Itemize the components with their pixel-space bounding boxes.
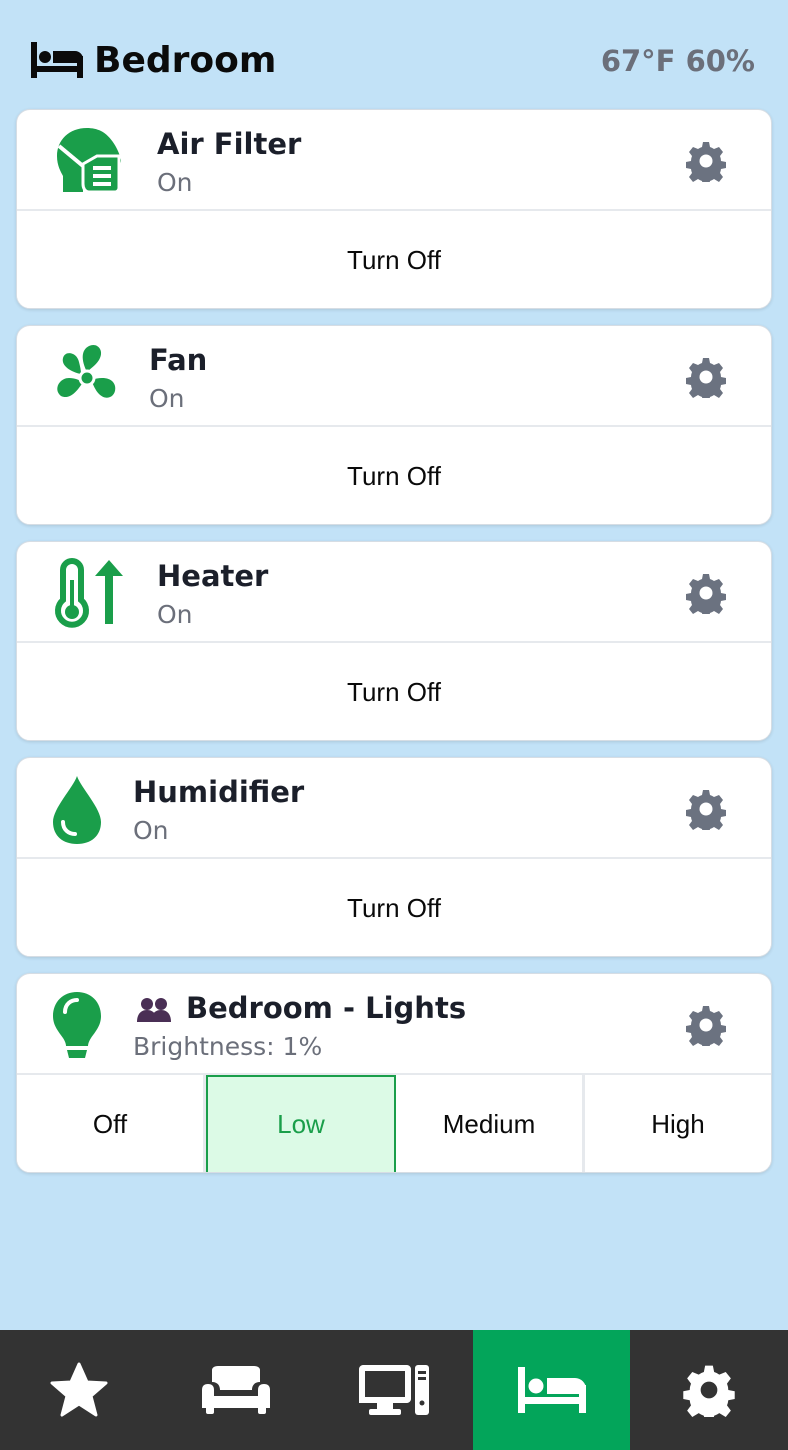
turn-off-button[interactable]: Turn Off bbox=[17, 427, 771, 524]
device-card-header: Heater On bbox=[17, 542, 771, 643]
gear-icon[interactable] bbox=[685, 572, 727, 614]
heater-thermometer-icon bbox=[55, 558, 123, 628]
turn-off-button[interactable]: Turn Off bbox=[17, 859, 771, 956]
brightness-selector: Off Low Medium High bbox=[17, 1075, 771, 1172]
nav-tab-living-room[interactable] bbox=[158, 1330, 316, 1450]
gear-icon bbox=[683, 1365, 735, 1417]
bed-icon bbox=[31, 42, 83, 78]
device-card-fan: Fan On Turn Off bbox=[16, 325, 772, 525]
device-card-header: Fan On bbox=[17, 326, 771, 427]
device-status: On bbox=[157, 600, 193, 629]
turn-off-button[interactable]: Turn Off bbox=[17, 211, 771, 308]
brightness-option-high[interactable]: High bbox=[585, 1075, 771, 1172]
fan-icon bbox=[57, 344, 116, 398]
brightness-option-off[interactable]: Off bbox=[17, 1075, 206, 1172]
gear-icon[interactable] bbox=[685, 1004, 727, 1046]
device-status: On bbox=[157, 168, 193, 197]
lightbulb-icon bbox=[53, 992, 101, 1058]
gear-icon[interactable] bbox=[685, 140, 727, 182]
nav-tab-favorites[interactable] bbox=[0, 1330, 158, 1450]
brightness-option-medium[interactable]: Medium bbox=[396, 1075, 585, 1172]
device-name: Heater bbox=[157, 559, 269, 593]
gear-icon[interactable] bbox=[685, 356, 727, 398]
gear-icon[interactable] bbox=[685, 788, 727, 830]
brightness-option-low[interactable]: Low bbox=[206, 1075, 396, 1172]
climate-readout: 67°F 60% bbox=[600, 44, 755, 78]
device-card-humidifier: Humidifier On Turn Off bbox=[16, 757, 772, 957]
device-status: Brightness: 1% bbox=[133, 1032, 323, 1061]
group-users-icon bbox=[137, 998, 171, 1022]
device-status: On bbox=[133, 816, 169, 845]
device-card-header: Bedroom - Lights Brightness: 1% bbox=[17, 974, 771, 1075]
computer-icon bbox=[358, 1365, 429, 1415]
nav-tab-settings[interactable] bbox=[630, 1330, 788, 1450]
star-icon bbox=[50, 1362, 108, 1417]
nav-tab-office[interactable] bbox=[315, 1330, 473, 1450]
device-card-header: Humidifier On bbox=[17, 758, 771, 859]
device-name: Humidifier bbox=[133, 775, 305, 809]
page-title: Bedroom bbox=[94, 40, 277, 81]
device-status: On bbox=[149, 384, 185, 413]
device-card-header: Air Filter On bbox=[17, 110, 771, 211]
room-header: Bedroom 67°F 60% bbox=[0, 0, 788, 108]
turn-off-button[interactable]: Turn Off bbox=[17, 643, 771, 740]
device-card-bedroom-lights: Bedroom - Lights Brightness: 1% Off Low … bbox=[16, 973, 772, 1173]
couch-icon bbox=[202, 1366, 271, 1414]
device-name: Air Filter bbox=[157, 127, 302, 161]
device-card-heater: Heater On Turn Off bbox=[16, 541, 772, 741]
smart-home-page: Bedroom 67°F 60% Air Filter On Turn Off bbox=[0, 0, 788, 1450]
bottom-nav bbox=[0, 1330, 788, 1450]
device-card-air-filter: Air Filter On Turn Off bbox=[16, 109, 772, 309]
bed-icon bbox=[517, 1367, 586, 1413]
water-drop-icon bbox=[53, 776, 101, 844]
device-name: Bedroom - Lights bbox=[186, 991, 467, 1025]
device-name: Fan bbox=[149, 343, 208, 377]
nav-tab-bedroom[interactable] bbox=[472, 1330, 631, 1450]
air-filter-mask-icon bbox=[57, 128, 121, 194]
